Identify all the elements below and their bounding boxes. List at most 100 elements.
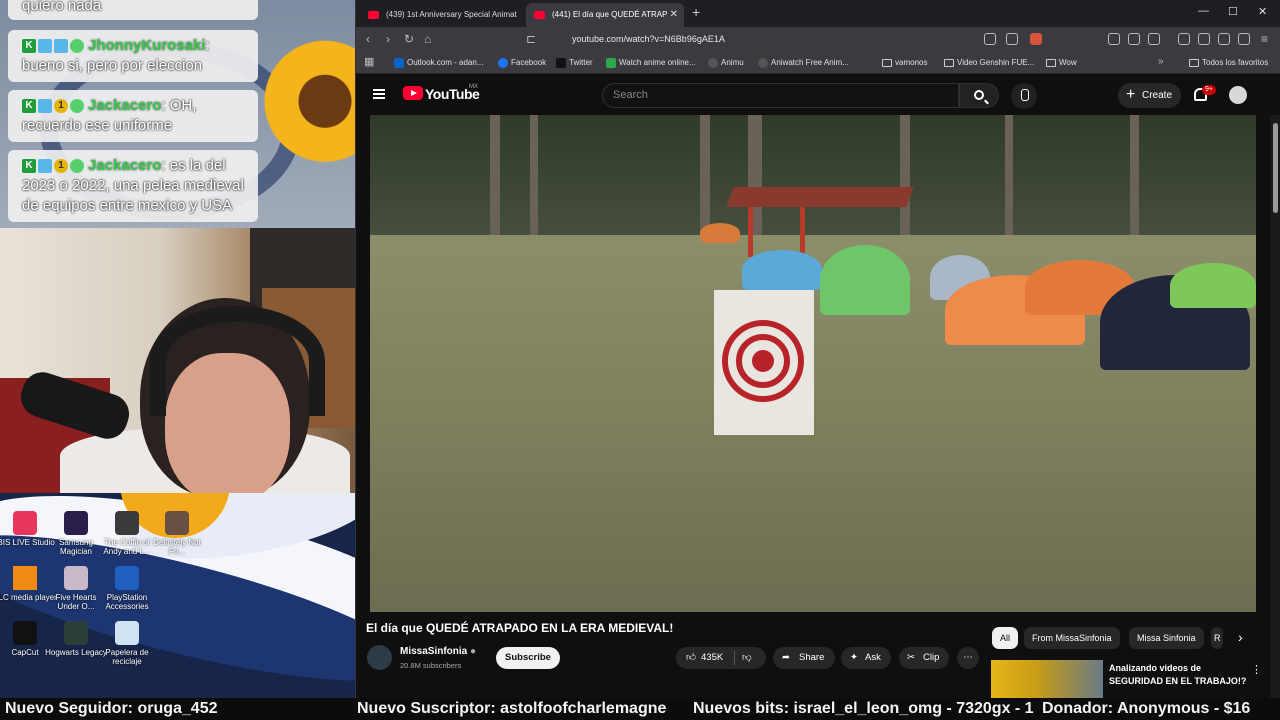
vlc-icon [13,566,37,590]
hogwarts-legacy-icon [64,621,88,645]
page-scrollbar[interactable] [1270,115,1280,698]
all-bookmarks-folder[interactable]: Todos los favoritos [1189,52,1268,74]
minimize-icon[interactable]: — [1198,5,1209,17]
brave-shield-icon[interactable] [1030,33,1042,45]
video-title: El día que QUEDÉ ATRAPADO EN LA ERA MEDI… [366,621,674,635]
new-tab-icon[interactable]: + [692,4,700,20]
bookmark-watch-anime[interactable]: Watch anime online... [606,52,696,74]
video-tent [742,250,822,290]
bookmark-label: Video Genshin FUE... [957,58,1035,67]
more-actions-icon[interactable]: ⋯ [957,647,979,669]
clip-button[interactable]: ✂ Clip [899,647,949,669]
voice-search-icon[interactable] [1011,83,1037,109]
home-icon[interactable]: ⌂ [424,32,431,46]
thumbs-up-icon[interactable]: 👍︎ [686,647,696,669]
music-icon[interactable] [1178,33,1190,45]
share-button[interactable]: ➦ Share [773,647,835,669]
install-app-icon[interactable] [984,33,996,45]
bookmark-animu[interactable]: Animu [708,52,744,74]
video-player[interactable] [370,115,1256,612]
coin-badge-icon: 1 [54,99,68,114]
subscribe-button[interactable]: Subscribe [496,647,560,669]
hamburger-menu-icon[interactable] [373,89,385,99]
webcam-feed [0,228,355,493]
recommended-more-icon[interactable]: ⋮ [1251,663,1262,676]
bookmark-label: Outlook.com - adan... [407,58,484,67]
share-page-icon[interactable] [1006,33,1018,45]
video-gazebo-post [800,207,805,257]
channel-avatar[interactable] [367,645,392,670]
maximize-icon[interactable]: ☐ [1228,5,1238,18]
bookmark-twitter[interactable]: Twitter [556,52,593,74]
screen: quiero nada K JhonnyKurosaki: bueno si, p… [0,0,1280,720]
more-bookmarks-icon[interactable]: » [1158,56,1164,67]
globe-icon [708,58,718,68]
create-button[interactable]: Create [1118,82,1181,108]
close-tab-icon[interactable]: ✕ [670,3,678,27]
bookmark-label: Animu [721,58,744,67]
thumbs-down-icon[interactable]: 👎︎ [742,647,752,669]
region-code: MX [469,84,478,90]
chat-badges: K [22,39,84,54]
tab-video-active[interactable]: (441) El día que QUEDÉ ATRAP ✕ [526,3,684,27]
desktop-capture: IBIS LIVE Studio Samsung Magician The Co… [0,493,355,698]
chat-message: quiero nada [8,0,258,20]
recommended-thumbnail[interactable] [991,660,1103,698]
video-tent [820,245,910,315]
leo-icon[interactable] [1218,33,1230,45]
bookmark-aniwatch[interactable]: Aniwatch Free Anim... [758,52,849,74]
chip-missa-sinfonia[interactable]: Missa Sinfonia [1129,627,1204,649]
x-twitter-icon [556,58,566,68]
bookmark-folder-wow[interactable]: Wow [1046,52,1077,74]
back-icon[interactable]: ‹ [366,32,370,46]
extensions-puzzle-icon[interactable] [1128,33,1140,45]
apps-grid-icon[interactable]: ▦ [364,55,374,68]
sidebar-icon[interactable] [1148,33,1160,45]
video-tent [700,223,740,243]
chip-from-channel[interactable]: From MissaSinfonia [1024,627,1120,649]
desktop-icon[interactable]: Definitely Not Fri... [145,511,209,556]
scrollbar-thumb[interactable] [1273,123,1278,213]
target-bullseye [752,350,774,372]
close-window-icon[interactable]: ✕ [1258,5,1267,18]
aniwatch-icon [758,58,768,68]
chip-all[interactable]: All [992,627,1019,649]
chip-related[interactable]: R [1211,627,1223,649]
vpn-icon[interactable] [1238,33,1250,45]
facebook-icon [498,58,508,68]
alerts-ticker: Nuevo Seguidor: oruga_452 Nuevo Suscript… [0,698,1280,720]
bookmark-label: Todos los favoritos [1202,58,1269,67]
kick-badge-icon: K [22,99,36,114]
bookmark-outlook[interactable]: Outlook.com - adan... [394,52,483,74]
bookmark-label: Facebook [511,58,547,67]
bookmark-facebook[interactable]: Facebook [498,52,546,74]
bookmark-icon[interactable]: ⊏ [526,32,536,46]
share-label: Share [799,652,825,663]
bookmark-folder-genshin[interactable]: Video Genshin FUE... [944,52,1034,74]
reload-icon[interactable]: ↻ [404,32,414,46]
menu-icon[interactable]: ≡ [1261,32,1268,46]
subscriber-badge-icon [38,39,52,54]
tab-anniversary[interactable]: (439) 1st Anniversary Special Animat [360,3,520,27]
desktop-icon[interactable]: Papelera de reciclaje [95,621,159,666]
anime-site-icon [606,58,616,68]
video-tree [1130,115,1139,245]
bookmark-folder-vamonos[interactable]: vamonos [882,52,927,74]
chevron-right-icon[interactable]: › [1238,629,1243,645]
search-button[interactable] [959,83,999,108]
tab-title: (439) 1st Anniversary Special Animat [386,10,517,19]
forward-icon[interactable]: › [386,32,390,46]
extension-icon[interactable] [1108,33,1120,45]
account-avatar[interactable] [1229,86,1247,104]
channel-name[interactable]: MissaSinfonia ● [400,646,476,657]
ask-button[interactable]: ✦ Ask [841,647,891,669]
verified-icon: ● [470,646,477,657]
share-icon: ➦ [782,652,790,663]
youtube-logo-icon[interactable] [403,86,423,100]
wallet-icon[interactable] [1198,33,1210,45]
desktop-icon[interactable]: PlayStation Accessories [95,566,159,611]
like-count[interactable]: 435K [701,647,723,669]
clip-label: Clip [923,652,940,663]
recommended-title[interactable]: Analizando videos de SEGURIDAD EN EL TRA… [1109,662,1249,688]
search-input[interactable]: Search [602,83,959,108]
